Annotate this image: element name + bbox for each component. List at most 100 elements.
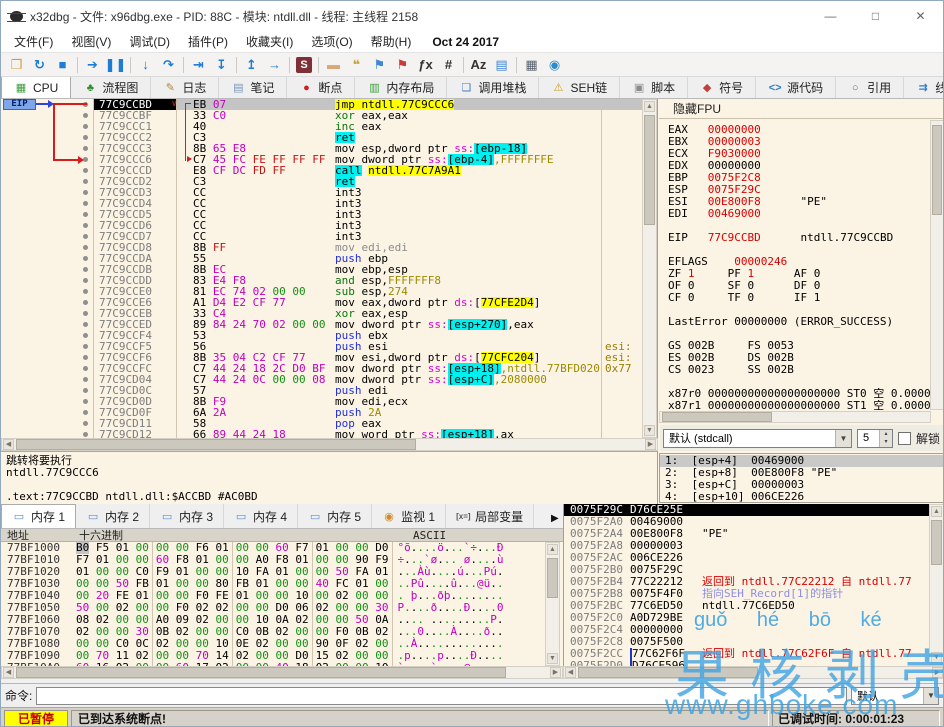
breakpoint-gutter[interactable] [1, 187, 93, 198]
breakpoint-dot-icon[interactable] [83, 190, 88, 195]
menu-item[interactable]: 选项(O) [302, 33, 361, 50]
breakpoint-dot-icon[interactable] [83, 113, 88, 118]
breakpoint-gutter[interactable] [1, 121, 93, 132]
menu-item[interactable]: 收藏夹(I) [237, 33, 302, 50]
tab-script[interactable]: ▣脚本 [620, 77, 688, 98]
disasm-row[interactable]: 77C9CCDA55push ebp [1, 253, 642, 264]
scroll-thumb[interactable] [16, 667, 506, 678]
breakpoint-gutter[interactable] [1, 363, 93, 374]
register-line[interactable]: CS 0023 SS 002B [668, 364, 930, 376]
more-tabs-button[interactable]: ▶ [551, 513, 940, 721]
breakpoint-dot-icon[interactable] [83, 410, 88, 415]
disasm-row[interactable]: 77C9CCBF33 C0xor eax,eax [1, 110, 642, 121]
breakpoint-dot-icon[interactable] [83, 267, 88, 272]
disasm-row[interactable]: 77C9CD1266 89 44 24 18mov word ptr ss:[e… [1, 429, 642, 438]
breakpoint-dot-icon[interactable] [83, 333, 88, 338]
tab-threads[interactable]: ⇉线程 [904, 77, 943, 98]
breakpoint-gutter[interactable] [1, 385, 93, 396]
scroll-down-arrow[interactable]: ▼ [644, 425, 655, 436]
register-line[interactable]: x87r0 00000000000000000000 ST0 空 0.00000… [668, 388, 930, 400]
run-to-user-code-icon[interactable]: → [263, 55, 286, 75]
scroll-thumb[interactable] [644, 115, 655, 225]
disasm-row[interactable]: 77C9CCED89 84 24 70 02 00 00mov dword pt… [1, 319, 642, 330]
disasm-row[interactable]: 77C9CCD2C3ret [1, 176, 642, 187]
open-file-icon[interactable]: ❒ [5, 55, 28, 75]
registers-vscrollbar[interactable] [930, 120, 944, 410]
breakpoint-dot-icon[interactable] [83, 399, 88, 404]
breakpoint-gutter[interactable] [1, 264, 93, 275]
breakpoint-gutter[interactable] [1, 110, 93, 121]
disasm-row[interactable]: 77C9CCD7CCint3 [1, 231, 642, 242]
register-line[interactable] [668, 220, 930, 232]
breakpoint-gutter[interactable] [1, 198, 93, 209]
breakpoint-gutter[interactable] [1, 352, 93, 363]
register-line[interactable]: EBX 00000003 [668, 136, 930, 148]
arguments-list[interactable]: 1: [esp+4] 004690002: [esp+8] 00E800F8 "… [659, 453, 944, 503]
register-line[interactable]: LastError 00000000 (ERROR_SUCCESS) [668, 316, 930, 328]
disassembly-pane[interactable]: 77C9CCBDEB 07jmp ntdll.77C9CCC677C9CCBF3… [1, 99, 658, 438]
pause-icon[interactable]: ❚❚ [104, 55, 127, 75]
disasm-row[interactable]: 77C9CD0D8B F9mov edi,ecx [1, 396, 642, 407]
breakpoint-dot-icon[interactable] [83, 146, 88, 151]
disasm-row[interactable]: 77C9CD04C7 44 24 0C 00 00 08mov dword pt… [1, 374, 642, 385]
breakpoint-dot-icon[interactable] [83, 300, 88, 305]
labels-icon[interactable]: ⚑ [368, 55, 391, 75]
register-line[interactable]: EDX 00000000 [668, 160, 930, 172]
memory-dump-pane[interactable]: 地址 十六进制 ASCII 77BF1000B0 F5 01 0000 00 F… [1, 529, 563, 666]
chevron-down-icon[interactable]: ▼ [835, 430, 851, 447]
disasm-row[interactable]: 77C9CCF453push ebx [1, 330, 642, 341]
breakpoint-dot-icon[interactable] [83, 256, 88, 261]
breakpoint-gutter[interactable] [1, 297, 93, 308]
breakpoint-gutter[interactable] [1, 308, 93, 319]
disasm-row[interactable]: 77C9CCC38B 65 E8mov esp,dword ptr ss:[eb… [1, 143, 642, 154]
register-line[interactable] [668, 244, 930, 256]
scroll-right-arrow[interactable]: ▶ [645, 439, 656, 450]
breakpoint-dot-icon[interactable] [83, 289, 88, 294]
tab-watch-1[interactable]: ◉监视 1 [372, 504, 446, 528]
breakpoint-dot-icon[interactable] [83, 421, 88, 426]
breakpoint-gutter[interactable] [1, 242, 93, 253]
disasm-row[interactable]: 77C9CCC2C3ret [1, 132, 642, 143]
disasm-row[interactable]: 77C9CCD4CCint3 [1, 198, 642, 209]
breakpoint-dot-icon[interactable] [83, 355, 88, 360]
menu-item[interactable]: 调试(D) [120, 33, 179, 50]
menu-item[interactable]: 插件(P) [179, 33, 237, 50]
disasm-row[interactable]: 77C9CCEB33 C4xor eax,esp [1, 308, 642, 319]
unlock-checkbox[interactable] [898, 432, 911, 445]
registers-hscrollbar[interactable] [659, 411, 931, 423]
breakpoint-dot-icon[interactable] [83, 377, 88, 382]
breakpoint-gutter[interactable] [1, 231, 93, 242]
disasm-row[interactable]: 77C9CCBDEB 07jmp ntdll.77C9CCC6 [1, 99, 642, 110]
breakpoint-gutter[interactable] [1, 429, 93, 438]
breakpoint-gutter[interactable] [1, 418, 93, 429]
breakpoint-dot-icon[interactable] [83, 322, 88, 327]
disasm-row[interactable]: 77C9CCE6A1 D4 E2 CF 77mov eax,dword ptr … [1, 297, 642, 308]
tab-source-code[interactable]: <>源代码 [756, 77, 836, 98]
dump-hscrollbar[interactable]: ◀ ▶ [1, 666, 563, 679]
breakpoint-gutter[interactable] [1, 396, 93, 407]
breakpoint-gutter[interactable] [1, 132, 93, 143]
breakpoint-dot-icon[interactable] [83, 278, 88, 283]
step-out-icon[interactable]: ↥ [240, 55, 263, 75]
scroll-thumb[interactable] [932, 125, 942, 215]
register-line[interactable]: OF 0 SF 0 DF 0 [668, 280, 930, 292]
globe-icon[interactable]: ◉ [543, 55, 566, 75]
scroll-left-arrow[interactable]: ◀ [3, 667, 14, 678]
tab-seh-chain[interactable]: ⚠SEH链 [539, 77, 620, 98]
register-line[interactable]: ESI 00E800F8 "PE" [668, 196, 930, 208]
breakpoint-gutter[interactable] [1, 253, 93, 264]
calculator-icon[interactable]: ▦ [520, 55, 543, 75]
breakpoint-gutter[interactable] [1, 374, 93, 385]
disasm-hscrollbar[interactable]: ◀ ▶ [1, 438, 658, 451]
disasm-row[interactable]: 77C9CCDB8B ECmov ebp,esp [1, 264, 642, 275]
bookmarks-icon[interactable]: ⚑ [391, 55, 414, 75]
tab-log[interactable]: ✎日志 [151, 77, 219, 98]
comments-icon[interactable]: ❝ [345, 55, 368, 75]
disasm-row[interactable]: 77C9CCD88B FFmov edi,edi [1, 242, 642, 253]
disasm-row[interactable]: 77C9CCC140inc eax [1, 121, 642, 132]
handles-icon[interactable]: ▤ [490, 55, 513, 75]
breakpoint-dot-icon[interactable] [83, 168, 88, 173]
disasm-vscrollbar[interactable]: ▲ ▼ [642, 99, 657, 438]
step-into-icon[interactable]: ↓ [134, 55, 157, 75]
breakpoint-gutter[interactable] [1, 209, 93, 220]
